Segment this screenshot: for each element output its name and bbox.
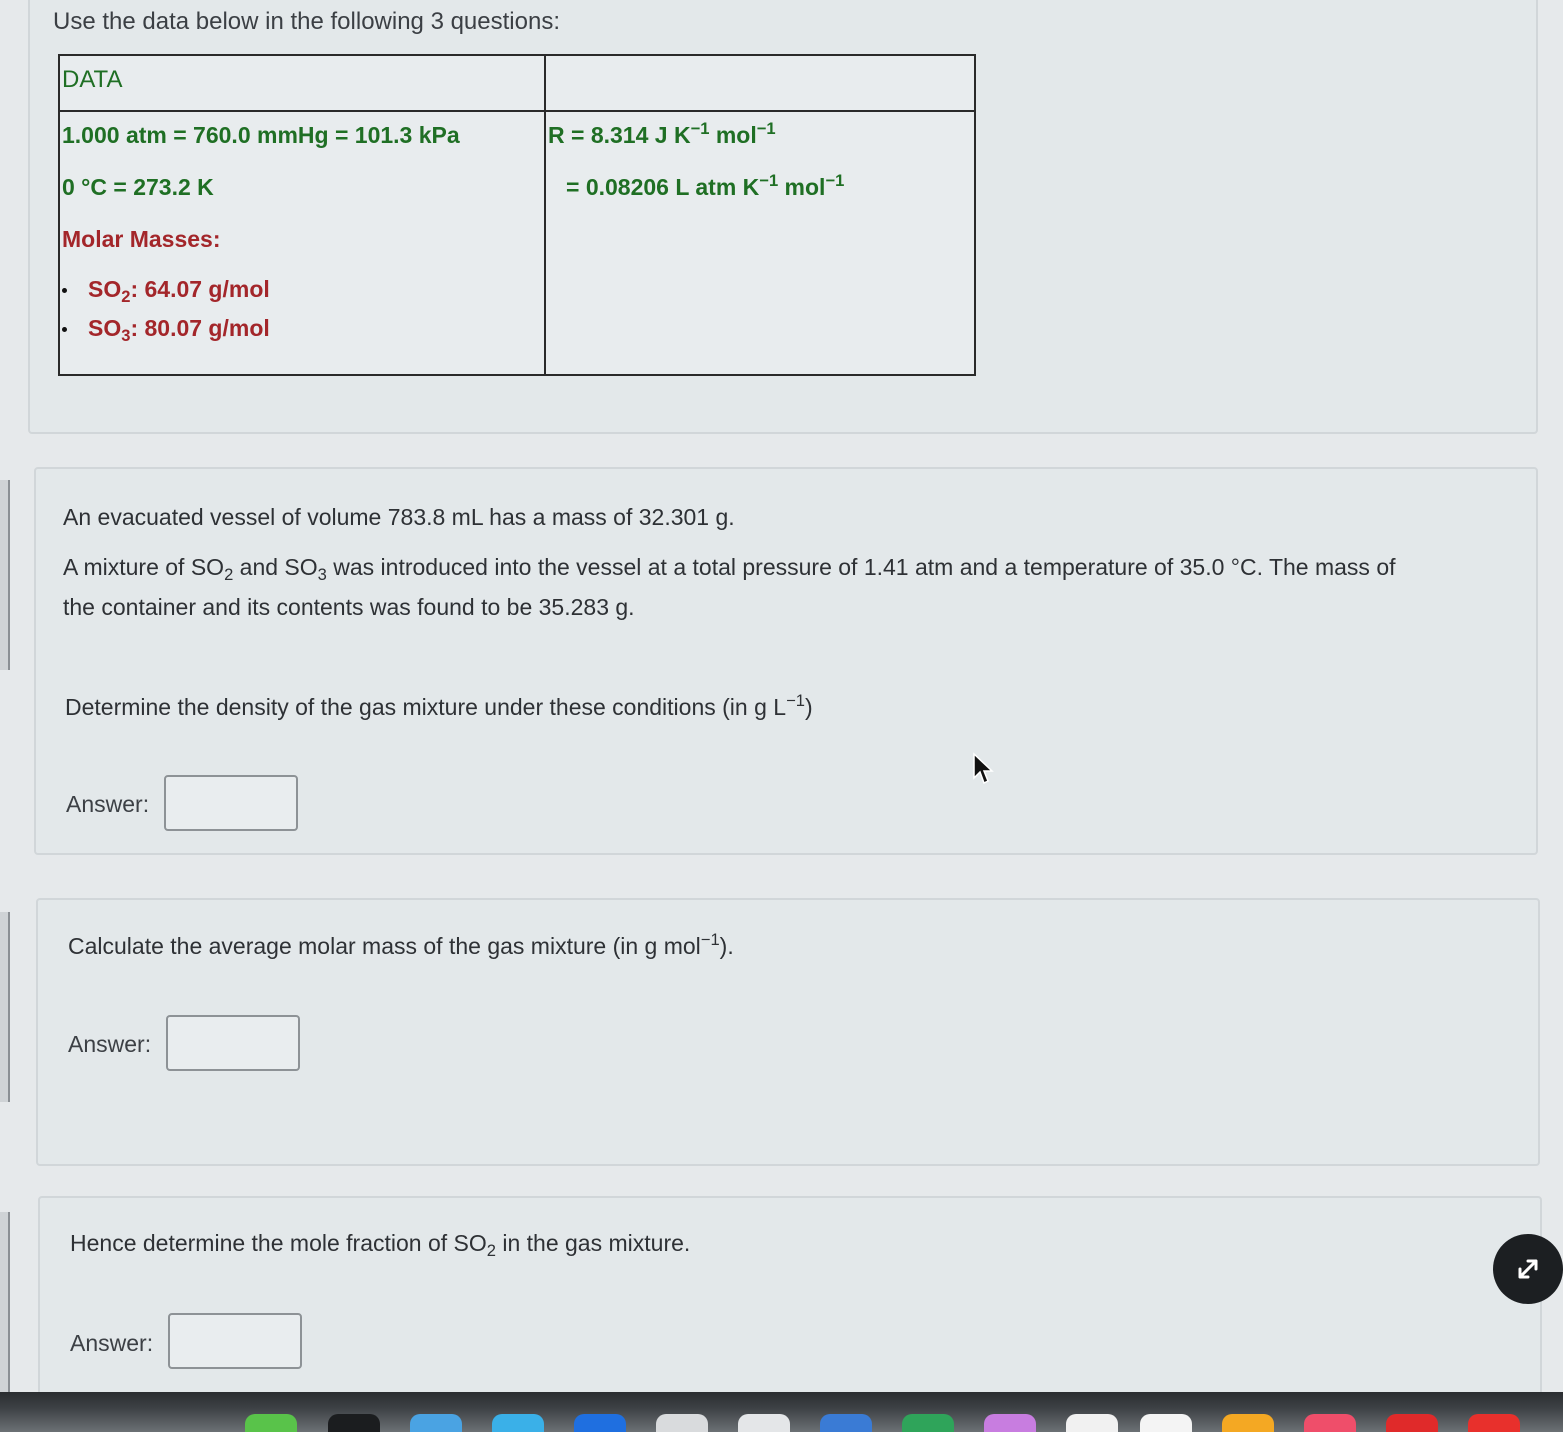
dock-app[interactable] [656,1414,708,1432]
dock-app[interactable] [820,1414,872,1432]
dock [0,1392,1563,1432]
dock-app[interactable] [1386,1414,1438,1432]
dock-app[interactable] [984,1414,1036,1432]
arrow-cursor-icon [973,752,994,785]
dock-app[interactable] [1304,1414,1356,1432]
gas-constant-atm: = 0.08206 L atm K−1 mol−1 [566,170,845,200]
bullet-icon [62,327,67,332]
problem-statement-3: the container and its contents was found… [63,594,635,620]
data-table: DATA 1.000 atm = 760.0 mmHg = 101.3 kPa … [58,54,976,376]
page-edge [0,912,10,1102]
answer-input-3[interactable] [168,1313,302,1369]
answer-input-2[interactable] [166,1015,300,1071]
question-2-text: Calculate the average molar mass of the … [68,929,734,959]
answer-label-3: Answer: [70,1330,154,1356]
expand-arrows-icon [1518,1259,1538,1279]
question-3-text: Hence determine the mole fraction of SO2… [70,1230,691,1260]
gas-constant-si: R = 8.314 J K−1 mol−1 [548,118,776,148]
dock-app[interactable] [1066,1414,1118,1432]
dock-app[interactable] [1468,1414,1520,1432]
molar-mass-so2: SO2: 64.07 g/mol [88,276,270,306]
dock-app[interactable] [1140,1414,1192,1432]
dock-app[interactable] [328,1414,380,1432]
page-edge [0,1212,10,1402]
temperature-conversion: 0 °C = 273.2 K [62,174,214,200]
molar-masses-heading: Molar Masses: [62,226,221,252]
dock-app[interactable] [574,1414,626,1432]
dock-app[interactable] [902,1414,954,1432]
dock-app[interactable] [245,1414,297,1432]
problem-statement-1: An evacuated vessel of volume 783.8 mL h… [63,504,735,530]
problem-statement-2: A mixture of SO2 and SO3 was introduced … [63,554,1396,584]
answer-input-1[interactable] [164,775,298,831]
dock-app[interactable] [492,1414,544,1432]
data-table-header-empty [544,54,976,112]
molar-mass-so3: SO3: 80.07 g/mol [88,315,270,345]
answer-label-1: Answer: [66,791,150,817]
expand-button[interactable] [1493,1234,1563,1304]
data-table-left-cell: 1.000 atm = 760.0 mmHg = 101.3 kPa 0 °C … [58,110,546,376]
page-edge [0,480,10,670]
bullet-icon [62,288,67,293]
data-table-right-cell: R = 8.314 J K−1 mol−1 = 0.08206 L atm K−… [544,110,976,376]
data-table-header: DATA [58,54,546,112]
pressure-conversion: 1.000 atm = 760.0 mmHg = 101.3 kPa [62,122,460,148]
intro-text: Use the data below in the following 3 qu… [53,8,560,35]
dock-app[interactable] [1222,1414,1274,1432]
dock-app[interactable] [738,1414,790,1432]
answer-label-2: Answer: [68,1031,152,1057]
dock-app[interactable] [410,1414,462,1432]
question-1-text: Determine the density of the gas mixture… [65,690,813,720]
